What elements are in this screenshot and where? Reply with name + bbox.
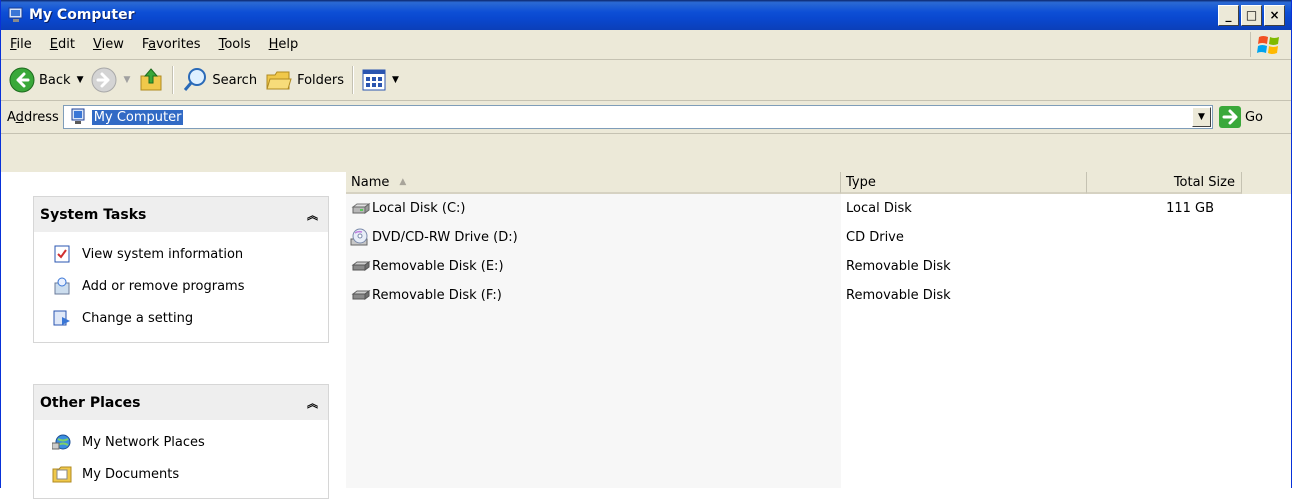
window-title: My Computer (29, 7, 135, 23)
search-icon (184, 68, 207, 91)
other-places-panel: Other Places ︽ My Network Places My Docu… (33, 384, 329, 499)
collapse-chevron-icon[interactable]: ︽ (307, 207, 318, 223)
task-view-system-information[interactable]: View system information (34, 238, 328, 270)
back-button[interactable]: Back ▼ (5, 67, 87, 93)
other-places-header[interactable]: Other Places ︽ (33, 384, 329, 420)
drive-type: Removable Disk (846, 259, 951, 274)
place-label: My Network Places (82, 434, 205, 450)
list-header: Name ▲ Type Total Size (346, 172, 1291, 194)
address-bar: Address My Computer ▼ Go (1, 101, 1291, 134)
content-area: System Tasks ︽ View system information A… (1, 172, 1291, 499)
back-label: Back (39, 72, 71, 88)
menu-bar: File Edit View Favorites Tools Help (1, 30, 1291, 60)
other-places-title: Other Places (40, 394, 141, 411)
drive-name: Local Disk (C:) (372, 201, 466, 216)
drive-name: DVD/CD-RW Drive (D:) (372, 230, 518, 245)
menu-help[interactable]: Help (260, 37, 308, 52)
folders-icon (266, 71, 292, 90)
system-info-icon (52, 244, 72, 264)
network-places-icon (52, 432, 72, 452)
column-header-total-size[interactable]: Total Size (1087, 172, 1242, 194)
address-label: Address (7, 109, 59, 125)
my-computer-icon (8, 7, 23, 22)
toolbar-separator (172, 66, 175, 94)
collapse-chevron-icon[interactable]: ︽ (307, 395, 318, 411)
task-pane: System Tasks ︽ View system information A… (1, 172, 346, 499)
search-label: Search (212, 72, 258, 88)
list-item[interactable]: Removable Disk (E:) Removable Disk (346, 252, 1291, 281)
back-arrow-icon (9, 67, 35, 93)
task-label: View system information (82, 246, 244, 262)
forward-button[interactable]: ▼ (87, 67, 134, 93)
task-label: Add or remove programs (82, 278, 245, 294)
list-item[interactable]: Local Disk (C:) Local Disk 111 GB (346, 194, 1291, 223)
maximize-icon: □ (1245, 8, 1258, 22)
minimize-icon: _ (1225, 8, 1232, 22)
maximize-button[interactable]: □ (1241, 4, 1262, 26)
menu-favorites[interactable]: Favorites (133, 37, 210, 52)
menu-edit[interactable]: Edit (41, 37, 84, 52)
explorer-window: My Computer _ □ × File Edit View Favorit… (0, 0, 1292, 499)
address-dropdown-icon[interactable]: ▼ (1191, 107, 1211, 127)
task-label: Change a setting (82, 310, 194, 326)
drive-type: Local Disk (846, 201, 912, 216)
close-button[interactable]: × (1264, 4, 1285, 26)
menu-file[interactable]: File (1, 37, 41, 52)
column-header-name[interactable]: Name ▲ (346, 172, 841, 194)
system-tasks-panel: System Tasks ︽ View system information A… (33, 196, 329, 343)
drive-total-size: 111 GB (1166, 201, 1214, 216)
search-button[interactable]: Search (178, 67, 261, 93)
views-dropdown-icon[interactable]: ▼ (392, 75, 399, 85)
place-my-network-places[interactable]: My Network Places (34, 426, 328, 458)
go-button[interactable]: Go (1218, 106, 1263, 128)
address-input[interactable]: My Computer ▼ (62, 105, 1213, 129)
forward-dropdown-icon[interactable]: ▼ (123, 75, 130, 85)
system-tasks-header[interactable]: System Tasks ︽ (33, 196, 329, 232)
go-arrow-icon (1218, 106, 1241, 128)
folder-up-icon (140, 68, 162, 91)
list-item[interactable]: Removable Disk (F:) Removable Disk (346, 281, 1291, 310)
cd-drive-icon (350, 228, 372, 247)
up-button[interactable] (134, 67, 168, 93)
address-value[interactable]: My Computer (91, 109, 184, 125)
control-panel-icon (52, 308, 72, 328)
hard-drive-icon (350, 200, 372, 218)
standard-toolbar: Back ▼ ▼ Search Folders ▼ (1, 60, 1291, 101)
removable-disk-icon (350, 258, 372, 276)
back-dropdown-icon[interactable]: ▼ (77, 75, 84, 85)
views-icon (362, 69, 386, 91)
views-button[interactable]: ▼ (358, 68, 403, 92)
minimize-button[interactable]: _ (1218, 4, 1239, 26)
folders-label: Folders (297, 72, 345, 88)
my-computer-icon (71, 108, 85, 124)
title-bar[interactable]: My Computer _ □ × (1, 0, 1291, 30)
go-label: Go (1244, 109, 1263, 125)
sort-ascending-icon: ▲ (399, 177, 407, 187)
place-label: My Documents (82, 466, 180, 482)
list-rows: Local Disk (C:) Local Disk 111 GB DVD/CD… (346, 194, 1291, 310)
close-icon: × (1269, 8, 1280, 22)
removable-disk-icon (350, 287, 372, 305)
drive-type: Removable Disk (846, 288, 951, 303)
column-header-type[interactable]: Type (841, 172, 1087, 194)
place-my-documents[interactable]: My Documents (34, 458, 328, 490)
drive-name: Removable Disk (E:) (372, 259, 504, 274)
file-list: Name ▲ Type Total Size Local Disk (C:) Lo… (346, 172, 1291, 488)
toolbar-separator (352, 66, 355, 94)
task-add-remove-programs[interactable]: Add or remove programs (34, 270, 328, 302)
menu-view[interactable]: View (84, 37, 133, 52)
folders-button[interactable]: Folders (261, 67, 348, 93)
forward-arrow-icon (91, 67, 117, 93)
drive-name: Removable Disk (F:) (372, 288, 502, 303)
my-documents-icon (52, 464, 72, 484)
add-remove-programs-icon (52, 276, 72, 296)
list-item[interactable]: DVD/CD-RW Drive (D:) CD Drive (346, 223, 1291, 252)
task-change-setting[interactable]: Change a setting (34, 302, 328, 334)
drive-type: CD Drive (846, 230, 904, 245)
windows-logo-icon (1250, 32, 1287, 57)
system-tasks-title: System Tasks (40, 206, 147, 223)
menu-tools[interactable]: Tools (210, 37, 260, 52)
